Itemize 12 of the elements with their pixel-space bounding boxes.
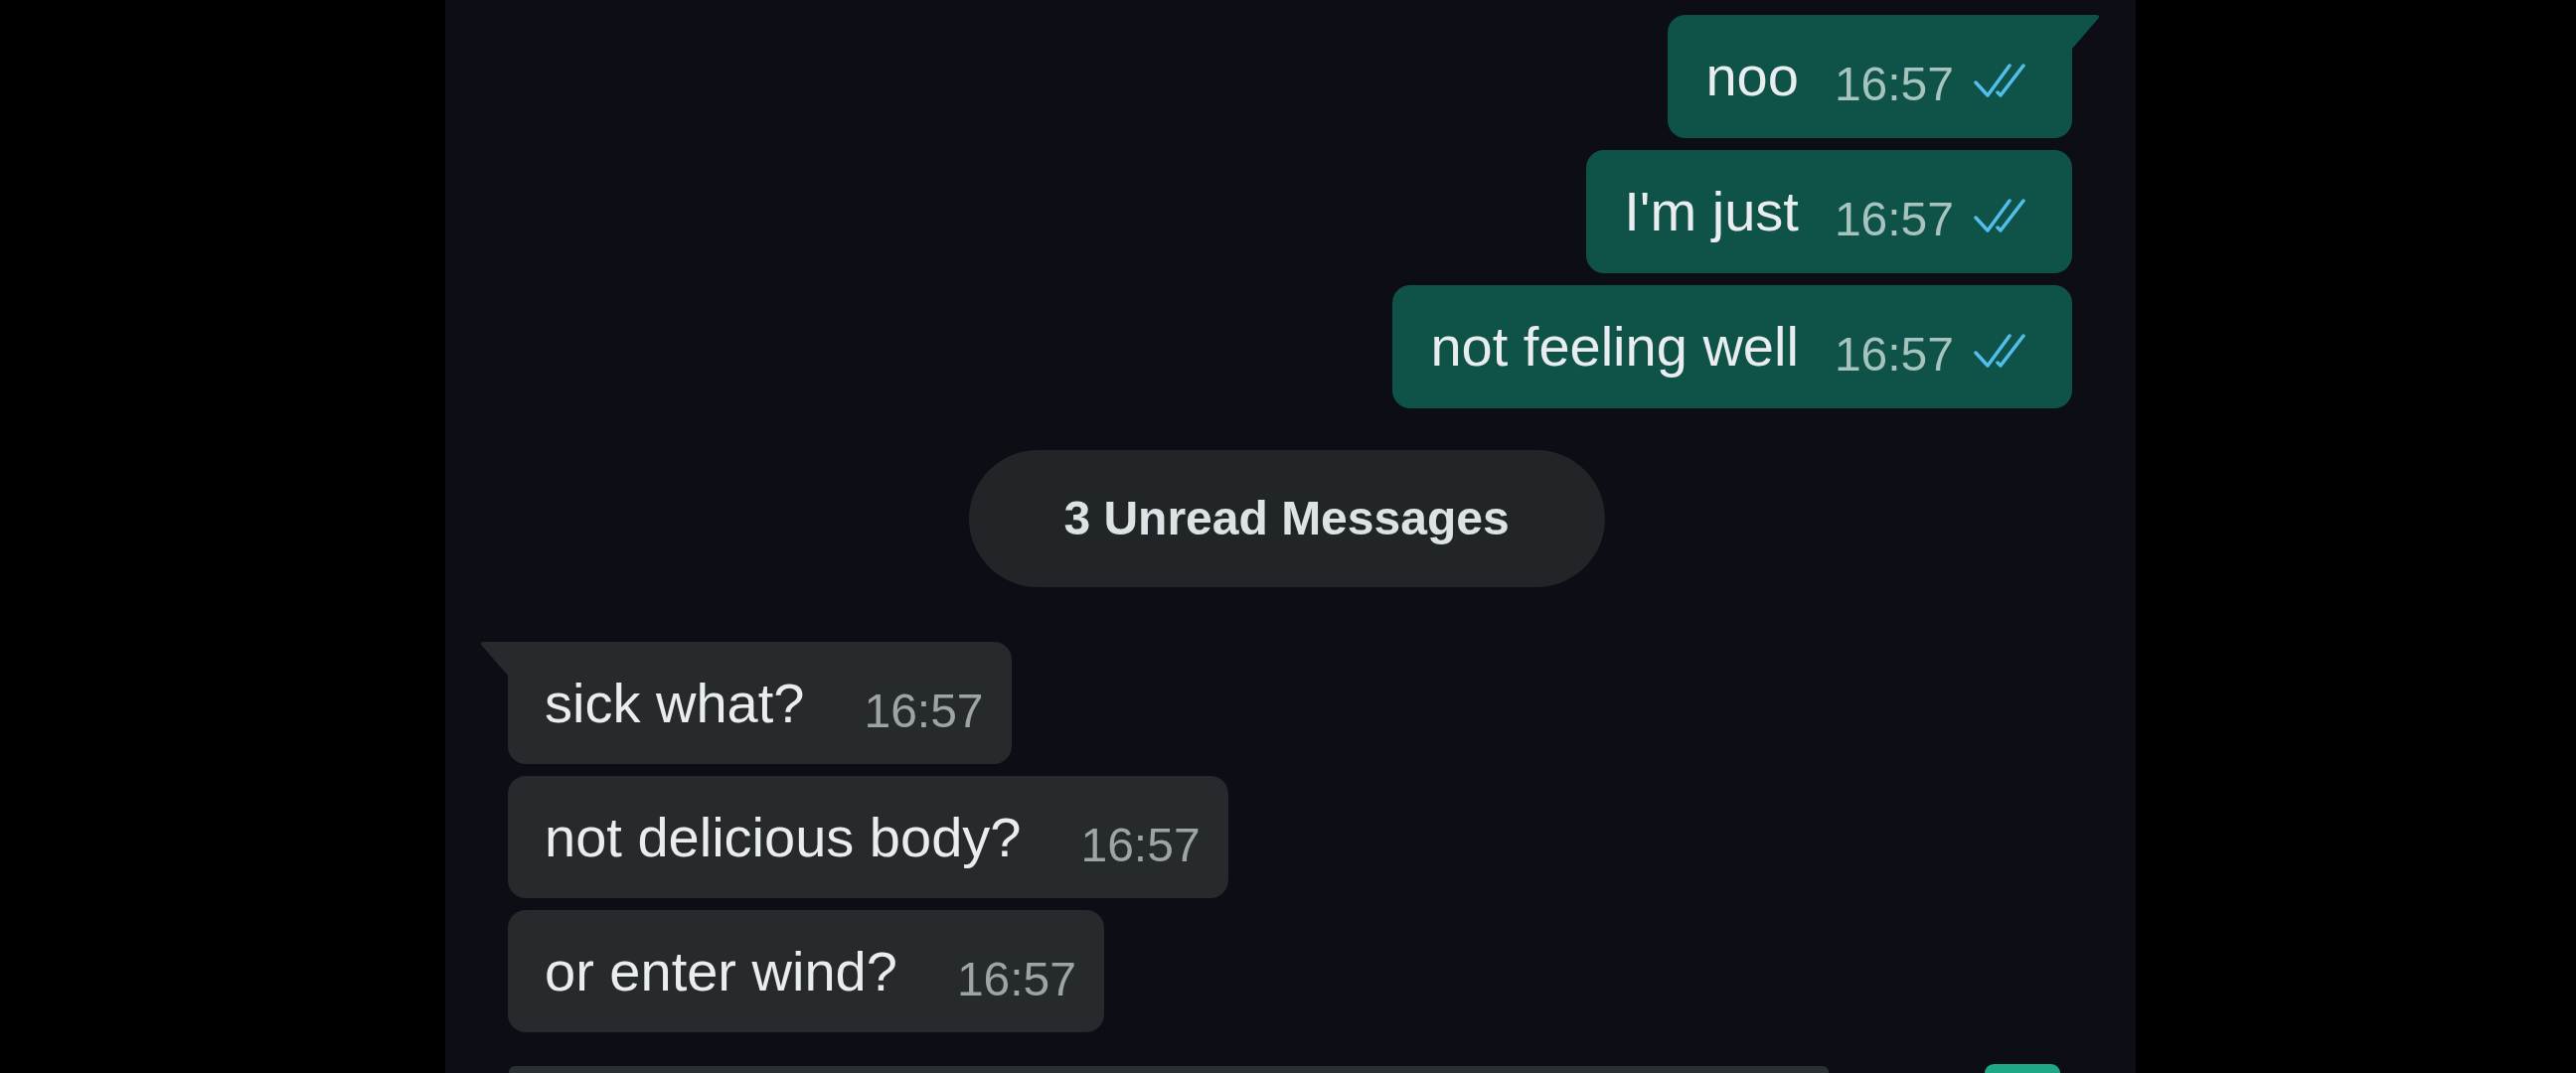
message-input-field[interactable] <box>509 1066 1829 1073</box>
unread-messages-banner: 3 Unread Messages <box>968 450 1605 587</box>
message-time: 16:57 <box>956 955 1076 1003</box>
message-time: 16:57 <box>1834 196 1954 243</box>
message-time: 16:57 <box>864 687 984 735</box>
message-text: sick what? <box>545 675 805 731</box>
message-time: 16:57 <box>1080 821 1201 869</box>
message-text: noo <box>1705 49 1799 104</box>
action-button[interactable] <box>1985 1064 2060 1073</box>
message-text: or enter wind? <box>545 943 897 999</box>
message-time: 16:57 <box>1834 61 1954 108</box>
message-time: 16:57 <box>1834 331 1954 379</box>
